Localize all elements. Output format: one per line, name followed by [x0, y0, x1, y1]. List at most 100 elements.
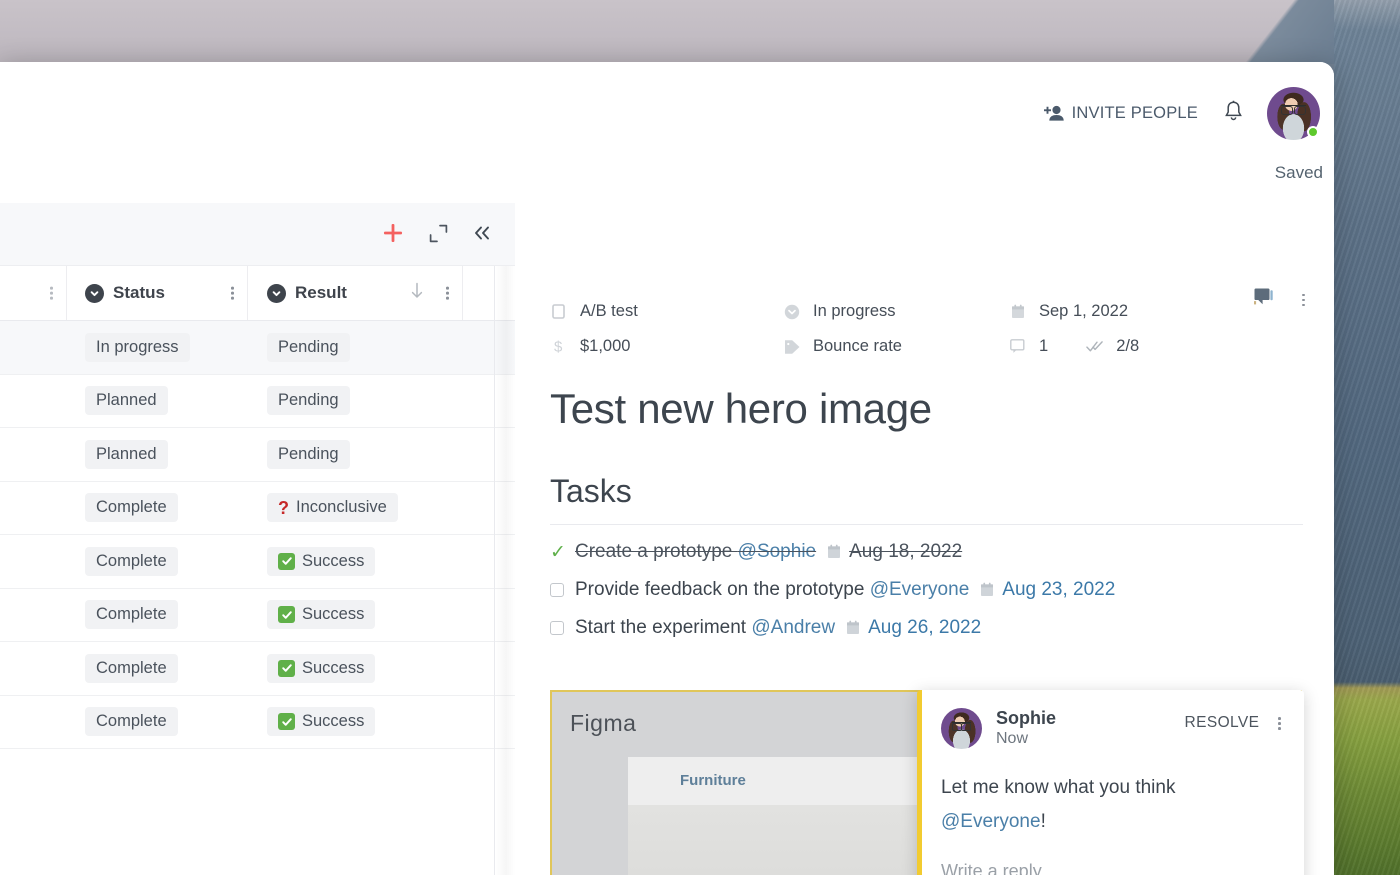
- cell-status[interactable]: Complete: [67, 642, 248, 695]
- table-row[interactable]: Complete Success: [0, 535, 515, 589]
- task-checkbox[interactable]: [550, 621, 564, 635]
- row-menu-icon[interactable]: [47, 284, 56, 303]
- cell-result[interactable]: Success: [248, 589, 463, 642]
- collapse-panel-button[interactable]: [472, 224, 493, 247]
- column-menu-status-icon[interactable]: [228, 284, 237, 303]
- resolve-button[interactable]: RESOLVE: [1185, 714, 1260, 732]
- cell-result[interactable]: Success: [248, 696, 463, 749]
- table-row[interactable]: Planned Pending: [0, 428, 515, 482]
- row-handle-cell[interactable]: [0, 642, 67, 695]
- row-handle-cell[interactable]: [0, 321, 67, 374]
- status-badge[interactable]: Complete: [85, 600, 178, 630]
- cell-result[interactable]: Pending: [248, 375, 463, 428]
- meta-budget[interactable]: $ $1,000: [550, 337, 783, 356]
- notifications-button[interactable]: [1220, 96, 1247, 131]
- row-handle-cell[interactable]: [0, 589, 67, 642]
- top-bar: INVITE PEOPLE Saved: [0, 62, 1334, 203]
- task-text[interactable]: Create a prototype @Sophie: [575, 541, 816, 563]
- cell-status[interactable]: Planned: [67, 375, 248, 428]
- row-handle-cell[interactable]: [0, 375, 67, 428]
- invite-people-button[interactable]: INVITE PEOPLE: [1042, 100, 1200, 127]
- status-badge[interactable]: Planned: [85, 439, 168, 469]
- bell-icon: [1224, 100, 1243, 127]
- task-due-date[interactable]: Aug 18, 2022: [827, 541, 962, 563]
- cell-status[interactable]: Planned: [67, 428, 248, 481]
- result-badge[interactable]: ? Inconclusive: [267, 493, 398, 523]
- add-row-button[interactable]: [381, 221, 405, 250]
- comment-header: Sophie Now RESOLVE: [941, 708, 1284, 749]
- table-row[interactable]: Complete Success: [0, 696, 515, 749]
- task-mention[interactable]: @Sophie: [738, 541, 816, 562]
- cell-spacer: [463, 589, 515, 642]
- row-handle-cell[interactable]: [0, 428, 67, 481]
- task-item[interactable]: ✓ Create a prototype @Sophie Aug 18, 2022: [550, 541, 1301, 563]
- cell-result[interactable]: Pending: [248, 428, 463, 481]
- column-menu-result-icon[interactable]: [443, 284, 452, 303]
- comment-author-avatar[interactable]: [941, 708, 982, 749]
- status-badge[interactable]: Planned: [85, 386, 168, 416]
- cell-result[interactable]: Success: [248, 642, 463, 695]
- status-badge[interactable]: Complete: [85, 493, 178, 523]
- status-badge[interactable]: Complete: [85, 707, 178, 737]
- task-due-date[interactable]: Aug 26, 2022: [846, 617, 981, 639]
- result-badge[interactable]: Pending: [267, 332, 350, 362]
- chevron-circle-icon: [85, 283, 104, 303]
- cell-result[interactable]: ? Inconclusive: [248, 482, 463, 535]
- cell-result[interactable]: Pending: [248, 321, 463, 374]
- task-text[interactable]: Provide feedback on the prototype @Every…: [575, 579, 969, 601]
- meta-type[interactable]: A/B test: [550, 302, 783, 321]
- status-badge[interactable]: In progress: [85, 332, 190, 362]
- result-badge[interactable]: Success: [267, 600, 376, 630]
- meta-metric[interactable]: Bounce rate: [783, 337, 1009, 356]
- page-title[interactable]: Test new hero image: [550, 385, 1301, 433]
- table-row[interactable]: Complete Success: [0, 589, 515, 642]
- result-badge[interactable]: Pending: [267, 439, 350, 469]
- status-badge[interactable]: Complete: [85, 653, 178, 683]
- user-avatar-button[interactable]: [1267, 87, 1320, 140]
- task-mention[interactable]: @Andrew: [751, 617, 835, 638]
- table-column-result[interactable]: Result: [248, 266, 463, 320]
- task-item[interactable]: Start the experiment @Andrew Aug 26, 2022: [550, 617, 1301, 639]
- meta-comment-count[interactable]: 1: [1009, 337, 1048, 356]
- meta-subtask-count[interactable]: 2/8: [1086, 337, 1139, 356]
- table-column-status[interactable]: Status: [67, 266, 248, 320]
- task-due-date-label: Aug 18, 2022: [849, 541, 963, 562]
- meta-status[interactable]: In progress: [783, 302, 1009, 321]
- row-handle-cell[interactable]: [0, 482, 67, 535]
- result-badge[interactable]: Success: [267, 653, 376, 683]
- sort-descending-icon[interactable]: [410, 282, 424, 304]
- task-checkbox[interactable]: [550, 583, 564, 597]
- result-badge[interactable]: Pending: [267, 386, 350, 416]
- result-badge[interactable]: Success: [267, 707, 376, 737]
- cell-status[interactable]: Complete: [67, 482, 248, 535]
- table-toolbar-actions: [381, 221, 493, 250]
- cell-status[interactable]: In progress: [67, 321, 248, 374]
- task-mention[interactable]: @Everyone: [870, 579, 970, 600]
- cell-result[interactable]: Success: [248, 535, 463, 588]
- result-badge[interactable]: Success: [267, 546, 376, 576]
- table-row[interactable]: Complete ? Inconclusive: [0, 482, 515, 535]
- comment-body-mention[interactable]: @Everyone: [941, 811, 1041, 832]
- row-handle-cell[interactable]: [0, 535, 67, 588]
- more-vertical-icon[interactable]: [1275, 714, 1284, 733]
- more-vertical-icon[interactable]: [1299, 291, 1308, 310]
- cell-status[interactable]: Complete: [67, 696, 248, 749]
- table-row[interactable]: Planned Pending: [0, 375, 515, 428]
- comment-bubble-icon[interactable]: [1254, 288, 1275, 312]
- cell-status[interactable]: Complete: [67, 535, 248, 588]
- tasks-heading: Tasks: [550, 473, 1303, 525]
- row-handle-cell[interactable]: [0, 696, 67, 749]
- cell-status[interactable]: Complete: [67, 589, 248, 642]
- table-row[interactable]: Complete Success: [0, 642, 515, 696]
- expand-button[interactable]: [429, 224, 448, 248]
- status-badge[interactable]: Complete: [85, 546, 178, 576]
- figma-nav-item: Furniture: [680, 772, 746, 789]
- comment-body-text: Let me know what you think: [941, 777, 1176, 798]
- expand-icon: [429, 224, 448, 248]
- task-due-date[interactable]: Aug 23, 2022: [980, 579, 1115, 601]
- task-text[interactable]: Start the experiment @Andrew: [575, 617, 835, 639]
- task-checked-icon[interactable]: ✓: [550, 543, 566, 562]
- task-item[interactable]: Provide feedback on the prototype @Every…: [550, 579, 1301, 601]
- comment-reply-input[interactable]: Write a reply...: [941, 861, 1284, 875]
- table-row[interactable]: In progress Pending: [0, 321, 515, 375]
